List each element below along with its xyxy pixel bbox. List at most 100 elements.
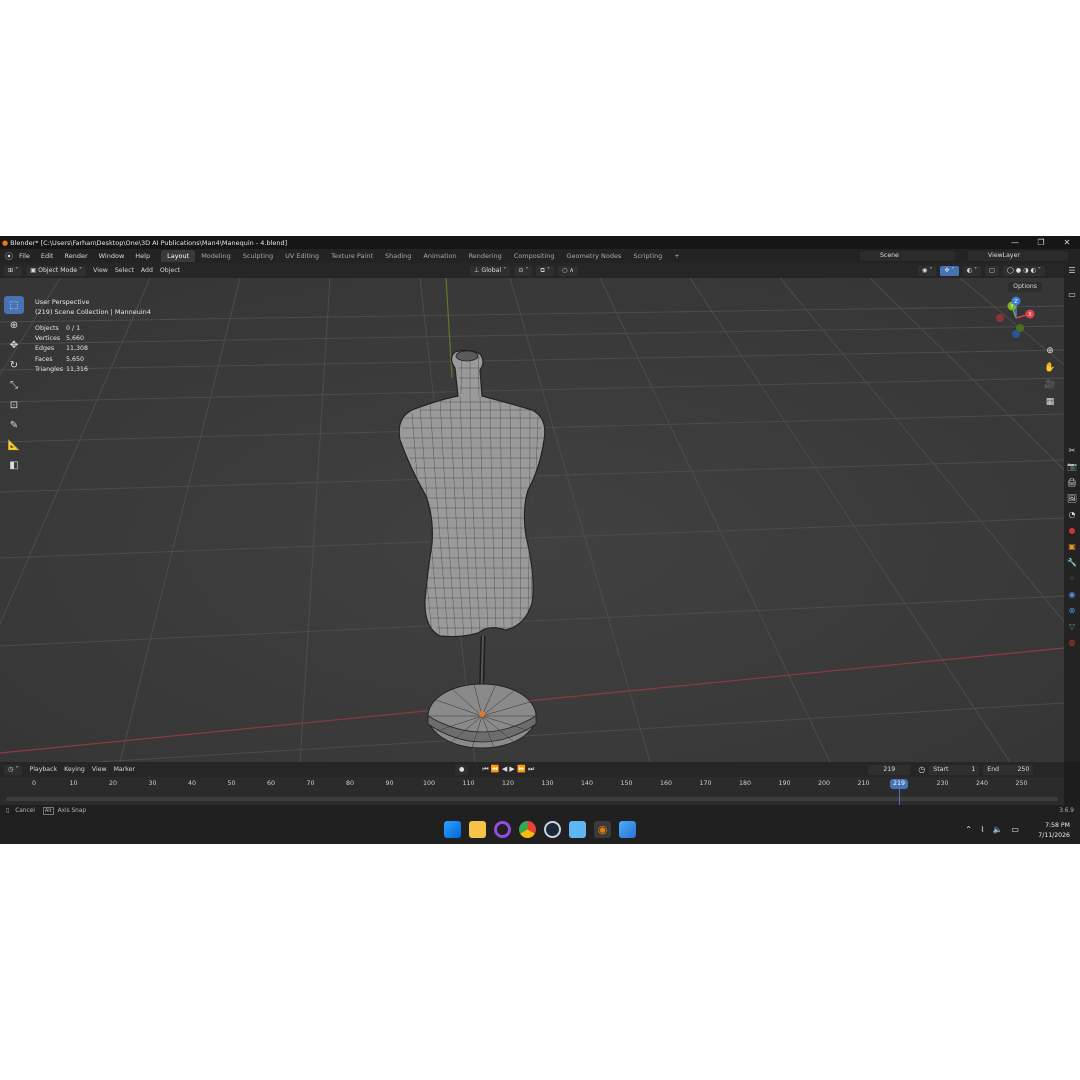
select-box-icon[interactable]: ⬚	[4, 296, 24, 314]
close-button[interactable]: ✕	[1054, 236, 1080, 249]
tab-uv-editing[interactable]: UV Editing	[279, 250, 325, 262]
physics-properties-icon[interactable]: ◉	[1064, 587, 1080, 603]
tab-geometry-nodes[interactable]: Geometry Nodes	[561, 250, 628, 262]
menu-keying[interactable]: Keying	[64, 766, 85, 773]
steam-icon[interactable]	[544, 821, 561, 838]
scene-selector[interactable]: Scene	[860, 251, 955, 261]
editor-type-button[interactable]: ⊞ ˅	[4, 265, 23, 276]
menu-timeline-view[interactable]: View	[92, 766, 107, 773]
preview-range-icon[interactable]: ◷	[918, 765, 925, 774]
tool-settings-icon[interactable]: ✂	[1064, 443, 1080, 459]
menu-playback[interactable]: Playback	[29, 766, 57, 773]
timeline-ruler[interactable]: 0 10 20 30 40 50 60 70 80 90 100 110 120 130 140 150 160…	[0, 777, 1064, 805]
camera-view-icon[interactable]: 🎥	[1042, 380, 1058, 397]
record-button[interactable]: ●	[454, 764, 469, 775]
file-explorer-icon[interactable]	[469, 821, 486, 838]
menu-help[interactable]: Help	[135, 252, 150, 260]
viewport-grid	[0, 278, 1064, 762]
output-properties-icon[interactable]: 🖨	[1064, 475, 1080, 491]
blender-window: ● Blender* [C:\Users\Farhan\Desktop\One\…	[0, 236, 1080, 844]
options-button[interactable]: Options	[1008, 282, 1042, 292]
frame-tick-label: 40	[187, 780, 197, 787]
proportional-edit-button[interactable]: ○ ∧	[557, 265, 578, 276]
neg-z-axis-handle[interactable]	[1012, 330, 1020, 338]
move-icon[interactable]: ✥	[4, 336, 24, 354]
annotate-icon[interactable]: ✎	[4, 416, 24, 434]
menu-render[interactable]: Render	[64, 252, 87, 260]
blender-menu-icon[interactable]: ⦿	[5, 251, 13, 262]
scene-properties-icon[interactable]: ◔	[1064, 507, 1080, 523]
minimize-button[interactable]: —	[1002, 236, 1028, 249]
playback-controls[interactable]: ⏮ ⏪ ◀ ▶ ⏩ ⏭	[482, 765, 534, 774]
playhead-line[interactable]	[899, 789, 901, 805]
visibility-button[interactable]: ◉ ˅	[917, 265, 937, 276]
menu-window[interactable]: Window	[99, 252, 125, 260]
view-layer-selector[interactable]: ViewLayer	[968, 251, 1068, 261]
playhead-frame-indicator[interactable]: 219	[890, 779, 909, 789]
zoom-icon[interactable]: ⊕	[1042, 346, 1058, 363]
timeline-editor-type[interactable]: ◷ ˅	[4, 764, 23, 775]
rotate-icon[interactable]: ↻	[4, 356, 24, 374]
orientation-selector[interactable]: ⊥ Global ˅	[470, 265, 511, 276]
add-cube-icon[interactable]: ◧	[4, 456, 24, 474]
menu-select[interactable]: Select	[115, 267, 134, 274]
modifier-properties-icon[interactable]: 🔧	[1064, 555, 1080, 571]
shading-mode-buttons[interactable]: ◯ ● ◑ ◐ ˅	[1002, 265, 1045, 276]
cortana-icon[interactable]	[494, 821, 511, 838]
measure-icon[interactable]: 📐	[4, 436, 24, 454]
current-frame-field[interactable]: 219	[868, 764, 911, 775]
maximize-button[interactable]: ❐	[1028, 236, 1054, 249]
menu-marker[interactable]: Marker	[114, 766, 135, 773]
ortho-grid-icon[interactable]: ▦	[1042, 397, 1058, 414]
windows-start-icon[interactable]	[444, 821, 461, 838]
blender-logo-icon: ●	[2, 238, 9, 247]
pan-hand-icon[interactable]: ✋	[1042, 363, 1058, 380]
end-frame-field[interactable]: End 250	[983, 764, 1034, 775]
particles-properties-icon[interactable]: ⁘	[1064, 571, 1080, 587]
system-tray-icons[interactable]: ⌃ ⌇ 🔈 ▭	[965, 825, 1022, 834]
chrome-icon[interactable]	[519, 821, 536, 838]
tab-scripting[interactable]: Scripting	[627, 250, 668, 262]
menu-object[interactable]: Object	[160, 267, 180, 274]
start-frame-field[interactable]: Start 1	[929, 764, 980, 775]
timeline-scrollbar[interactable]	[6, 797, 1058, 801]
outliner-icon[interactable]: ☰	[1064, 263, 1080, 279]
data-properties-icon[interactable]: ▽	[1064, 619, 1080, 635]
overlay-toggle-button[interactable]: ◐ ˅	[962, 265, 982, 276]
paint-icon[interactable]	[619, 821, 636, 838]
render-properties-icon[interactable]: 📷	[1064, 459, 1080, 475]
xray-button[interactable]: ▢	[985, 265, 999, 276]
snap-button[interactable]: ⧉ ˅	[536, 265, 554, 276]
tab-sculpting[interactable]: Sculpting	[237, 250, 279, 262]
scale-icon[interactable]: ⤡	[4, 376, 24, 394]
menu-file[interactable]: File	[19, 252, 30, 260]
menu-add[interactable]: Add	[141, 267, 153, 274]
clock[interactable]: 7:58 PM 7/11/2026	[1038, 821, 1070, 840]
constraints-properties-icon[interactable]: ⊗	[1064, 603, 1080, 619]
transform-icon[interactable]: ⊡	[4, 396, 24, 414]
object-properties-icon[interactable]: ▣	[1064, 539, 1080, 555]
menu-edit[interactable]: Edit	[41, 252, 54, 260]
blender-icon[interactable]: ◉	[594, 821, 611, 838]
tab-shading[interactable]: Shading	[379, 250, 417, 262]
world-properties-icon[interactable]: ●	[1064, 523, 1080, 539]
3d-viewport[interactable]: User Perspective (219) Scene Collection …	[0, 278, 1064, 762]
view-icon[interactable]: ▭	[1064, 287, 1080, 303]
tab-modeling[interactable]: Modeling	[195, 250, 237, 262]
mode-selector[interactable]: ▣ Object Mode ˅	[26, 265, 87, 276]
add-workspace-button[interactable]: +	[668, 250, 685, 262]
tab-texture-paint[interactable]: Texture Paint	[325, 250, 379, 262]
material-properties-icon[interactable]: ◍	[1064, 635, 1080, 651]
pivot-button[interactable]: ⊙ ˅	[514, 265, 533, 276]
view-layer-properties-icon[interactable]: 🖼	[1064, 491, 1080, 507]
notepad-icon[interactable]	[569, 821, 586, 838]
neg-x-axis-handle[interactable]	[996, 314, 1004, 322]
navigation-gizmo[interactable]: X Y Z	[990, 296, 1042, 340]
cursor-icon[interactable]: ⊕	[4, 316, 24, 334]
tab-rendering[interactable]: Rendering	[463, 250, 508, 262]
menu-view[interactable]: View	[93, 267, 108, 274]
tab-compositing[interactable]: Compositing	[508, 250, 561, 262]
gizmo-toggle-button[interactable]: ✥ ˅	[940, 265, 959, 276]
tab-layout[interactable]: Layout	[161, 250, 196, 262]
tab-animation[interactable]: Animation	[417, 250, 462, 262]
